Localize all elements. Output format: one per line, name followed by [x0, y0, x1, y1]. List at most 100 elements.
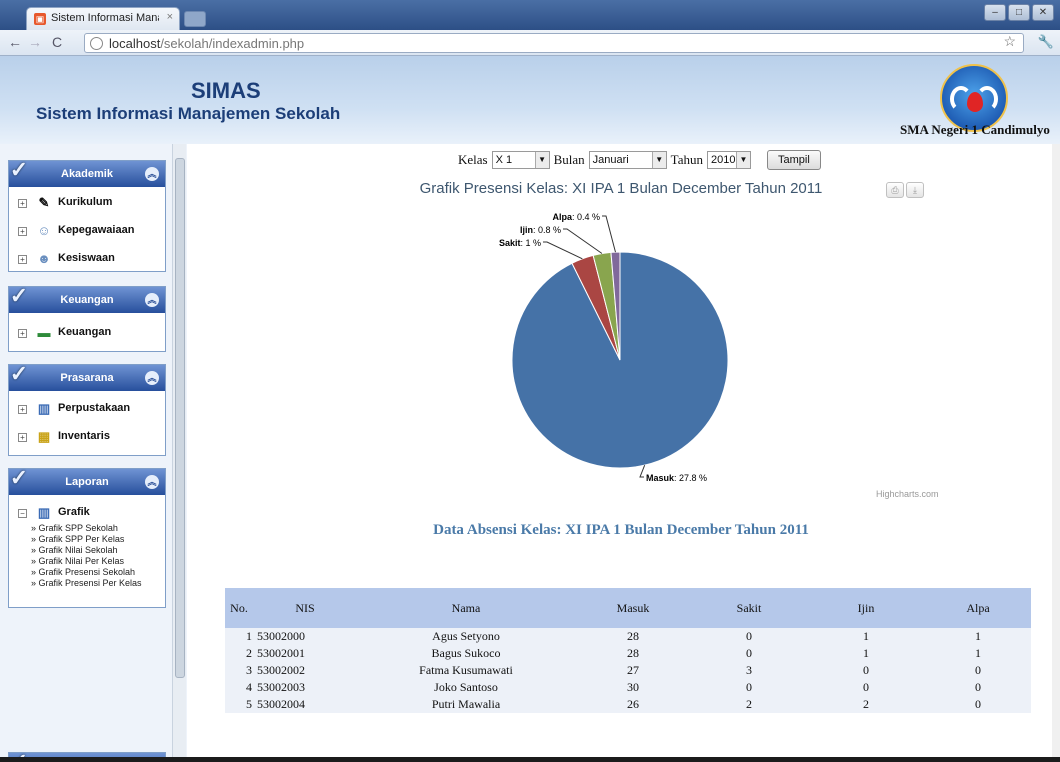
site-header: SIMAS Sistem Informasi Manajemen Sekolah… — [0, 56, 1060, 144]
sidebar-item-grafik[interactable]: − ▥ Grafik — [9, 499, 165, 523]
minimize-button[interactable]: – — [984, 4, 1006, 21]
table-cell: 53002000 — [253, 628, 357, 645]
pie-label-connector — [563, 228, 603, 254]
pie-label-connector — [543, 241, 583, 260]
address-bar[interactable]: localhost/sekolah/indexadmin.php — [84, 33, 1024, 53]
sidebar-link-grafik-nilai-sekolah[interactable]: » Grafik Nilai Sekolah — [9, 545, 165, 556]
table-cell: 1 — [225, 628, 253, 645]
pie-label-masuk: Masuk: 27.8 % — [646, 473, 707, 483]
table-cell: 30 — [575, 679, 691, 696]
app-name: SIMAS — [191, 78, 261, 103]
table-cell: 2 — [691, 696, 807, 713]
sidebar-link-grafik-spp-per-kelas[interactable]: » Grafik SPP Per Kelas — [9, 534, 165, 545]
collapse-icon[interactable]: ︽ — [145, 371, 159, 385]
sidebar-item-keuangan[interactable]: + ▬ Keuangan — [9, 319, 165, 347]
checkmark-icon: ✓ — [9, 361, 29, 386]
table-cell: 3 — [225, 662, 253, 679]
main-scrollbar[interactable] — [1052, 144, 1060, 762]
sidebar-link-grafik-nilai-per-kelas[interactable]: » Grafik Nilai Per Kelas — [9, 556, 165, 567]
forward-arrow-icon[interactable]: → — [28, 34, 42, 50]
table-cell: 1 — [807, 628, 925, 645]
panel-header[interactable]: ✓ Akademik ︽ — [9, 157, 165, 187]
table-cell: Putri Mawalia — [357, 696, 575, 713]
url-path: /sekolah/indexadmin.php — [160, 36, 305, 51]
collapse-icon[interactable]: ︽ — [145, 293, 159, 307]
favicon-icon: ▣ — [34, 13, 46, 25]
table-cell: 53002003 — [253, 679, 357, 696]
panel-akademik: ✓ Akademik ︽ + ✎ Kurikulum + ☺ Kepegawaiaan + ☻… — [8, 157, 166, 273]
scrollbar-thumb[interactable] — [175, 158, 185, 678]
table-cell: 0 — [925, 696, 1031, 713]
panel-header[interactable]: ✓ Keuangan ︽ — [9, 283, 165, 313]
table-cell: Bagus Sukoco — [357, 645, 575, 662]
column-header: Nama — [357, 588, 575, 628]
table-cell: Joko Santoso — [357, 679, 575, 696]
sidebar-item-perpustakaan[interactable]: + ▥ Perpustakaan — [9, 395, 165, 423]
sidebar-item-inventaris[interactable]: + ▦ Inventaris — [9, 423, 165, 451]
chart-icon: ▥ — [37, 505, 51, 520]
expand-icon[interactable]: + — [18, 199, 27, 208]
panel-laporan: ✓ Laporan ︽ − ▥ Grafik » Grafik SPP Sekolah … — [8, 465, 166, 608]
table-cell: 53002004 — [253, 696, 357, 713]
table-row: 2 53002001 Bagus Sukoco 28 0 1 1 — [225, 645, 1031, 662]
collapse-tree-icon[interactable]: − — [18, 509, 27, 518]
collapse-icon[interactable]: ︽ — [145, 167, 159, 181]
wrench-icon[interactable]: 🔧 — [1038, 34, 1054, 50]
library-icon: ▥ — [37, 401, 51, 416]
table-cell: 28 — [575, 628, 691, 645]
column-header: Ijin — [807, 588, 925, 628]
table-row: 4 53002003 Joko Santoso 30 0 0 0 — [225, 679, 1031, 696]
checkmark-icon: ✓ — [9, 465, 29, 490]
pie-label-sakit: Sakit: 1 % — [499, 238, 541, 248]
table-cell: 3 — [691, 662, 807, 679]
panel-header[interactable]: ✓ Laporan ︽ — [9, 465, 165, 495]
close-tab-icon[interactable]: × — [167, 11, 173, 23]
sidebar-link-grafik-presensi-per-kelas[interactable]: » Grafik Presensi Per Kelas — [9, 578, 165, 589]
table-cell: 1 — [807, 645, 925, 662]
bookmark-star-icon[interactable]: ☆ — [1003, 33, 1016, 50]
expand-icon[interactable]: + — [18, 255, 27, 264]
sidebar-item-kurikulum[interactable]: + ✎ Kurikulum — [9, 189, 165, 217]
sidebar-link-grafik-presensi-sekolah[interactable]: » Grafik Presensi Sekolah — [9, 567, 165, 578]
table-row: 1 53002000 Agus Setyono 28 0 1 1 — [225, 628, 1031, 645]
panel-header[interactable]: ✓ Prasarana ︽ — [9, 361, 165, 391]
column-header: Masuk — [575, 588, 691, 628]
sidebar-item-kepegawaiaan[interactable]: + ☺ Kepegawaiaan — [9, 217, 165, 245]
table-cell: 53002001 — [253, 645, 357, 662]
column-header: No. — [225, 588, 253, 628]
maximize-button[interactable]: □ — [1008, 4, 1030, 21]
table-cell: 0 — [925, 679, 1031, 696]
back-arrow-icon[interactable]: ← — [8, 34, 22, 50]
pie-label-connector — [639, 464, 646, 478]
sidebar-item-kesiswaan[interactable]: + ☻ Kesiswaan — [9, 245, 165, 273]
sidebar-scrollbar[interactable] — [172, 144, 186, 762]
window-controls: – □ ✕ — [984, 4, 1054, 21]
chart-credit[interactable]: Highcharts.com — [876, 489, 939, 499]
new-tab-button[interactable] — [184, 11, 206, 27]
table-cell: 1 — [925, 628, 1031, 645]
table-cell: 28 — [575, 645, 691, 662]
table-row: 3 53002002 Fatma Kusumawati 27 3 0 0 — [225, 662, 1031, 679]
pencil-icon: ✎ — [38, 195, 50, 210]
expand-icon[interactable]: + — [18, 329, 27, 338]
sidebar-link-grafik-spp-sekolah[interactable]: » Grafik SPP Sekolah — [9, 523, 165, 534]
collapse-icon[interactable]: ︽ — [145, 475, 159, 489]
expand-icon[interactable]: + — [18, 433, 27, 442]
table-cell: 0 — [691, 628, 807, 645]
table-cell: 0 — [691, 679, 807, 696]
close-window-button[interactable]: ✕ — [1032, 4, 1054, 21]
table-cell: 27 — [575, 662, 691, 679]
expand-icon[interactable]: + — [18, 227, 27, 236]
students-icon: ☻ — [37, 251, 51, 266]
browser-tab[interactable]: ▣ Sistem Informasi Manajeme × — [26, 7, 180, 30]
table-cell: 26 — [575, 696, 691, 713]
tab-title: Sistem Informasi Manajeme — [51, 12, 159, 24]
money-icon: ▬ — [37, 325, 51, 340]
expand-icon[interactable]: + — [18, 405, 27, 414]
browser-titlebar: ▣ Sistem Informasi Manajeme × – □ ✕ — [0, 0, 1060, 30]
column-header: Sakit — [691, 588, 807, 628]
reload-icon[interactable]: C — [52, 34, 62, 50]
checkmark-icon: ✓ — [9, 157, 29, 182]
globe-icon — [90, 37, 103, 50]
url-host: localhost — [109, 36, 161, 51]
